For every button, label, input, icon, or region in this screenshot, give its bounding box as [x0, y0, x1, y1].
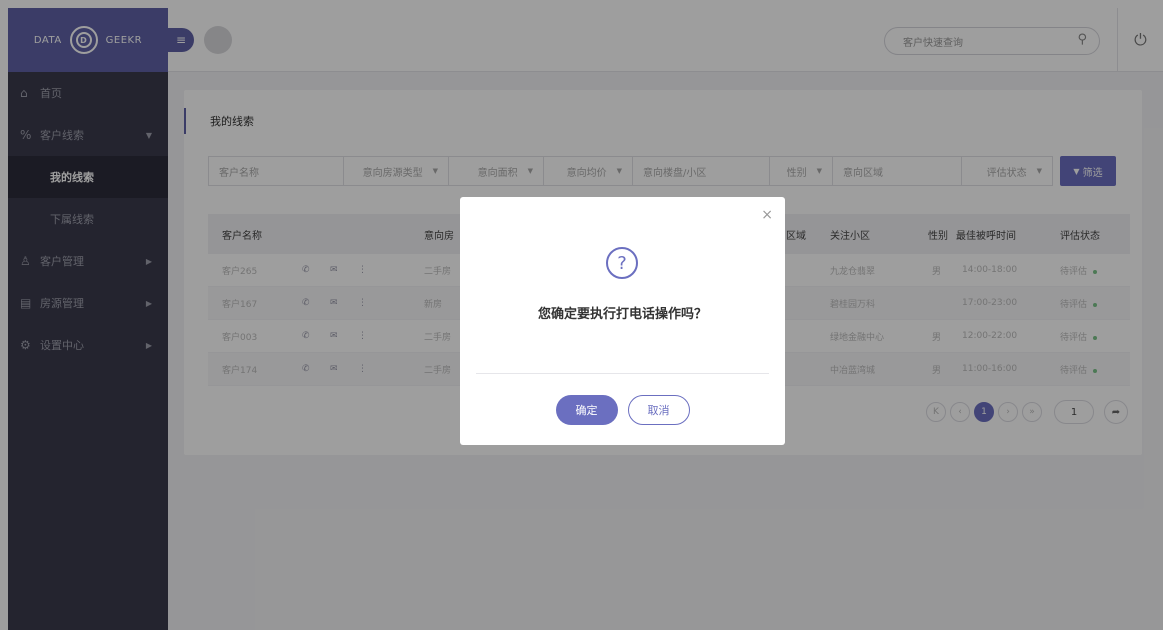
- dialog-message: 您确定要执行打电话操作吗？: [537, 307, 707, 322]
- dialog-buttons: 确定 取消: [460, 395, 785, 425]
- divider: [476, 373, 769, 374]
- close-icon[interactable]: ×: [761, 207, 773, 223]
- confirm-button[interactable]: 确定: [555, 395, 618, 425]
- cancel-button[interactable]: 取消: [627, 395, 690, 425]
- question-icon: ?: [606, 247, 638, 279]
- confirm-dialog: × ? 您确定要执行打电话操作吗？ 确定 取消: [460, 197, 785, 445]
